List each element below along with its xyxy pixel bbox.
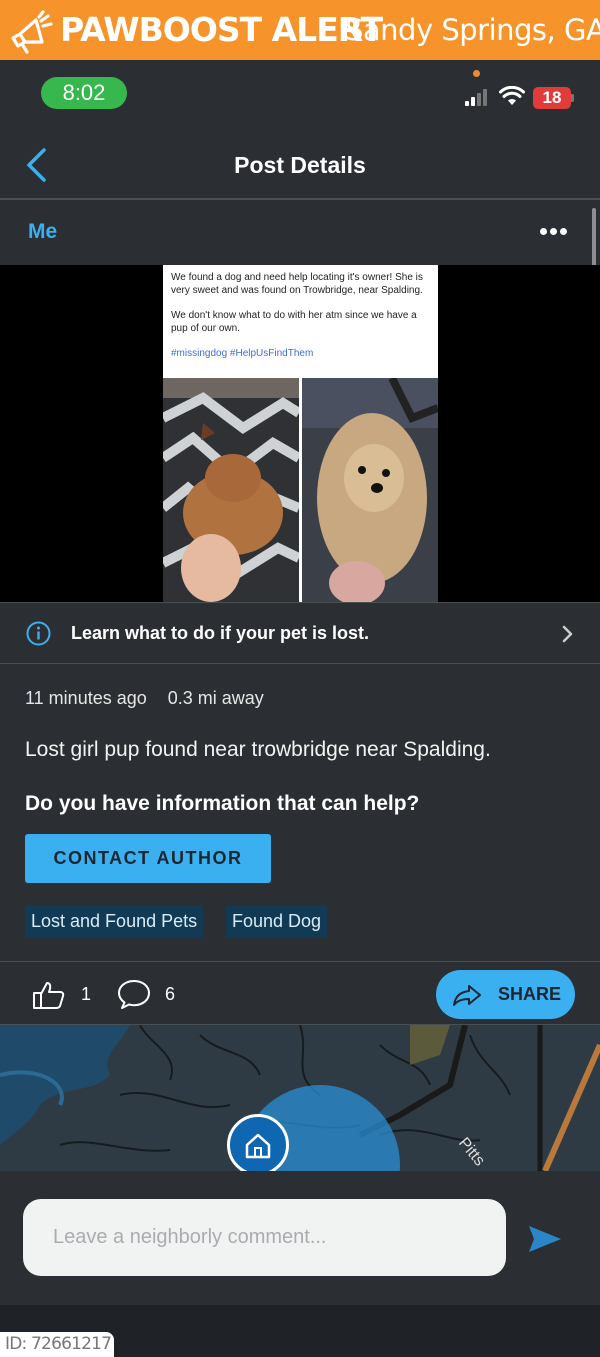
megaphone-icon (11, 10, 53, 54)
author-row: Me (0, 202, 600, 265)
post-media[interactable]: We found a dog and need help locating it… (0, 265, 600, 602)
battery-tip (571, 94, 574, 102)
comment-input[interactable] (23, 1199, 506, 1276)
learn-lost-pet-text: Learn what to do if your pet is lost. (71, 623, 370, 643)
tag-found-dog[interactable]: Found Dog (226, 905, 328, 938)
tag-lost-and-found-pets[interactable]: Lost and Found Pets (25, 905, 204, 938)
chevron-right-icon (562, 625, 573, 643)
like-count: 1 (81, 984, 92, 1004)
more-horizontal-icon[interactable] (540, 228, 568, 238)
post-image-text: We found a dog and need help locating it… (171, 271, 433, 372)
post-body-text: Lost girl pup found near trowbridge near… (25, 738, 491, 761)
share-label: SHARE (498, 984, 562, 1004)
send-icon[interactable] (527, 1224, 563, 1254)
comment-composer (0, 1171, 600, 1305)
info-icon (26, 621, 51, 646)
nav-header: Post Details (0, 130, 600, 200)
status-bar: 8:02 18 (0, 60, 600, 130)
cellular-signal-icon (465, 88, 491, 106)
post-image-text-line2: We don't know what to do with her atm si… (171, 310, 417, 334)
battery-level: 18 (533, 87, 571, 109)
map-tiles: Pitts (0, 1025, 600, 1171)
author-name-link[interactable]: Me (28, 220, 57, 244)
learn-lost-pet-banner[interactable]: Learn what to do if your pet is lost. (0, 602, 600, 664)
wifi-icon (499, 86, 525, 105)
location-map[interactable]: Pitts (0, 1025, 600, 1171)
post-image-hashtags: #missingdog #HelpUsFindThem (171, 348, 314, 359)
home-location-marker[interactable] (227, 1114, 289, 1171)
help-question: Do you have information that can help? (25, 792, 420, 815)
alert-location: Sandy Springs, GA (345, 13, 600, 47)
share-arrow-icon (453, 985, 481, 1006)
contact-author-button[interactable]: CONTACT AUTHOR (25, 834, 271, 883)
post-time-ago: 11 minutes ago (25, 688, 147, 708)
comment-count: 6 (165, 984, 176, 1004)
post-image[interactable]: We found a dog and need help locating it… (163, 265, 438, 602)
page-title: Post Details (234, 152, 366, 178)
post-image-text-line1: We found a dog and need help locating it… (171, 272, 423, 296)
app-screen: 8:02 18 Post Details Me We found a dog a… (0, 60, 600, 1357)
post-id-badge: ID: 72661217 (0, 1332, 114, 1357)
home-icon (245, 1133, 271, 1159)
post-distance: 0.3 mi away (167, 688, 264, 708)
privacy-indicator-dot (473, 70, 480, 77)
dog-photo-right (302, 378, 438, 602)
pawboost-alert-banner: PAWBOOST ALERT Sandy Springs, GA (0, 0, 600, 60)
post-meta: 11 minutes ago 0.3 mi away (25, 688, 280, 709)
thumbs-up-icon[interactable] (32, 980, 66, 1010)
post-action-bar: 1 6 SHARE (0, 961, 600, 1025)
dog-photo-left (163, 378, 299, 602)
comment-bubble-icon[interactable] (117, 978, 151, 1010)
alert-title: PAWBOOST ALERT (60, 10, 383, 49)
share-button[interactable]: SHARE (436, 970, 575, 1019)
status-time: 8:02 (41, 77, 127, 109)
